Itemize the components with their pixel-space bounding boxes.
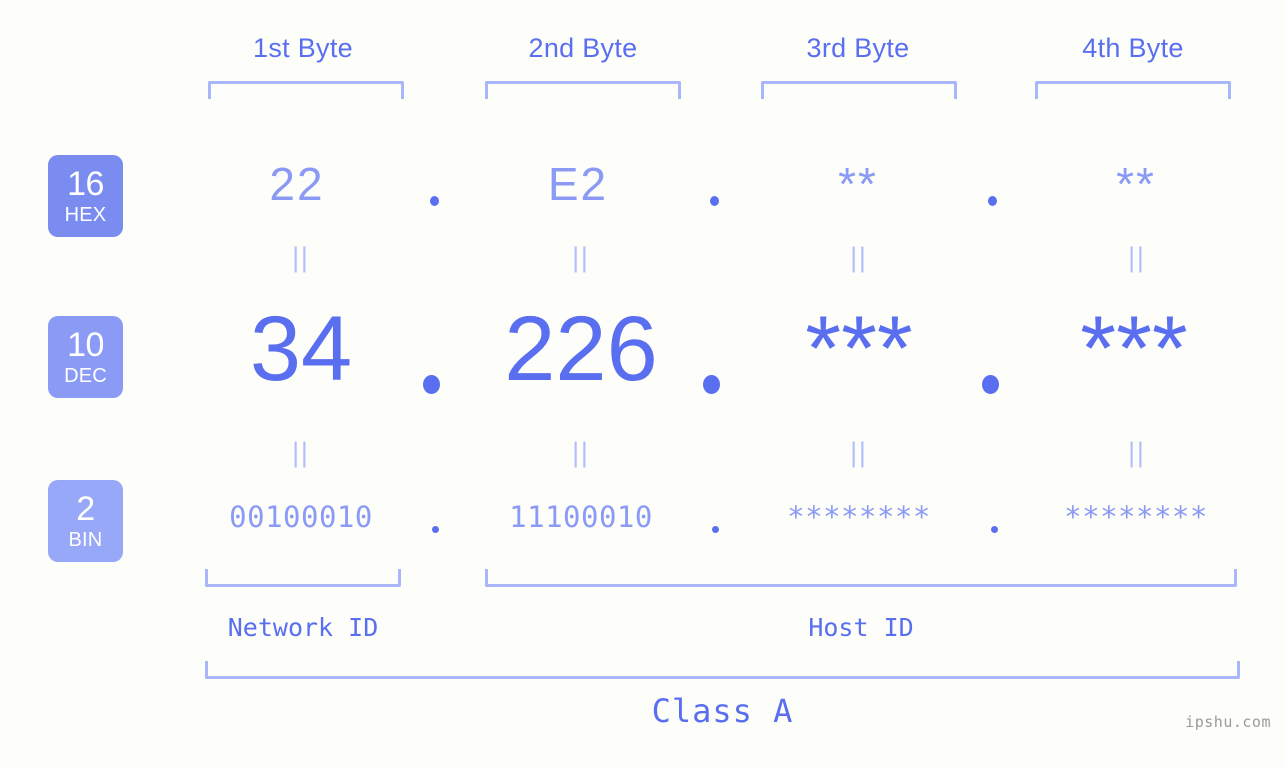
network-id-bracket: [205, 569, 401, 587]
byte-header-1: 1st Byte: [253, 33, 353, 63]
bin-byte-4: ********: [1064, 500, 1208, 534]
hex-dot-1: [430, 196, 439, 206]
connector-dec-bin-1: ||: [291, 438, 309, 468]
connector-hex-dec-2: ||: [571, 243, 589, 273]
byte-header-3: 3rd Byte: [806, 33, 910, 63]
badge-bin-name: BIN: [68, 529, 103, 551]
bin-dot-1: [432, 526, 439, 533]
bin-dot-2: [712, 526, 719, 533]
bin-byte-3: ********: [787, 500, 931, 534]
hex-byte-4: **: [1116, 158, 1156, 210]
byte-bracket-2: [485, 81, 681, 99]
network-id-label: Network ID: [227, 613, 379, 642]
bin-dot-3: [991, 526, 998, 533]
badge-dec-number: 10: [67, 326, 104, 364]
connector-hex-dec-3: ||: [849, 243, 867, 273]
dec-byte-1: 34: [249, 298, 353, 400]
dec-dot-2: [703, 375, 720, 394]
hex-byte-3: **: [838, 158, 878, 210]
badge-hex-number: 16: [67, 165, 104, 203]
badge-dec: 10 DEC: [48, 316, 123, 398]
dec-byte-3: ***: [805, 298, 913, 400]
host-id-label: Host ID: [808, 613, 914, 642]
byte-header-2: 2nd Byte: [528, 33, 638, 63]
bin-byte-2: 11100010: [509, 500, 653, 534]
class-label: Class A: [651, 692, 794, 730]
badge-hex: 16 HEX: [48, 155, 123, 237]
connector-dec-bin-4: ||: [1127, 438, 1145, 468]
bin-byte-1: 00100010: [229, 500, 373, 534]
host-id-bracket: [485, 569, 1237, 587]
badge-dec-name: DEC: [64, 365, 107, 387]
class-bracket: [205, 661, 1240, 679]
watermark: ipshu.com: [1185, 713, 1271, 731]
dec-dot-3: [982, 375, 999, 394]
badge-bin: 2 BIN: [48, 480, 123, 562]
ip-byte-diagram: 1st Byte 2nd Byte 3rd Byte 4th Byte 16 H…: [0, 0, 1285, 767]
connector-dec-bin-2: ||: [571, 438, 589, 468]
hex-dot-2: [710, 196, 719, 206]
byte-bracket-4: [1035, 81, 1231, 99]
byte-header-4: 4th Byte: [1082, 33, 1184, 63]
hex-dot-3: [988, 196, 997, 206]
connector-hex-dec-4: ||: [1127, 243, 1145, 273]
hex-byte-2: E2: [547, 158, 609, 210]
dec-byte-4: ***: [1080, 298, 1188, 400]
byte-bracket-3: [761, 81, 957, 99]
badge-bin-number: 2: [76, 490, 95, 528]
byte-bracket-1: [208, 81, 404, 99]
connector-dec-bin-3: ||: [849, 438, 867, 468]
dec-dot-1: [423, 375, 440, 394]
connector-hex-dec-1: ||: [291, 243, 309, 273]
badge-hex-name: HEX: [64, 204, 107, 226]
dec-byte-2: 226: [504, 298, 658, 400]
hex-byte-1: 22: [269, 158, 325, 210]
